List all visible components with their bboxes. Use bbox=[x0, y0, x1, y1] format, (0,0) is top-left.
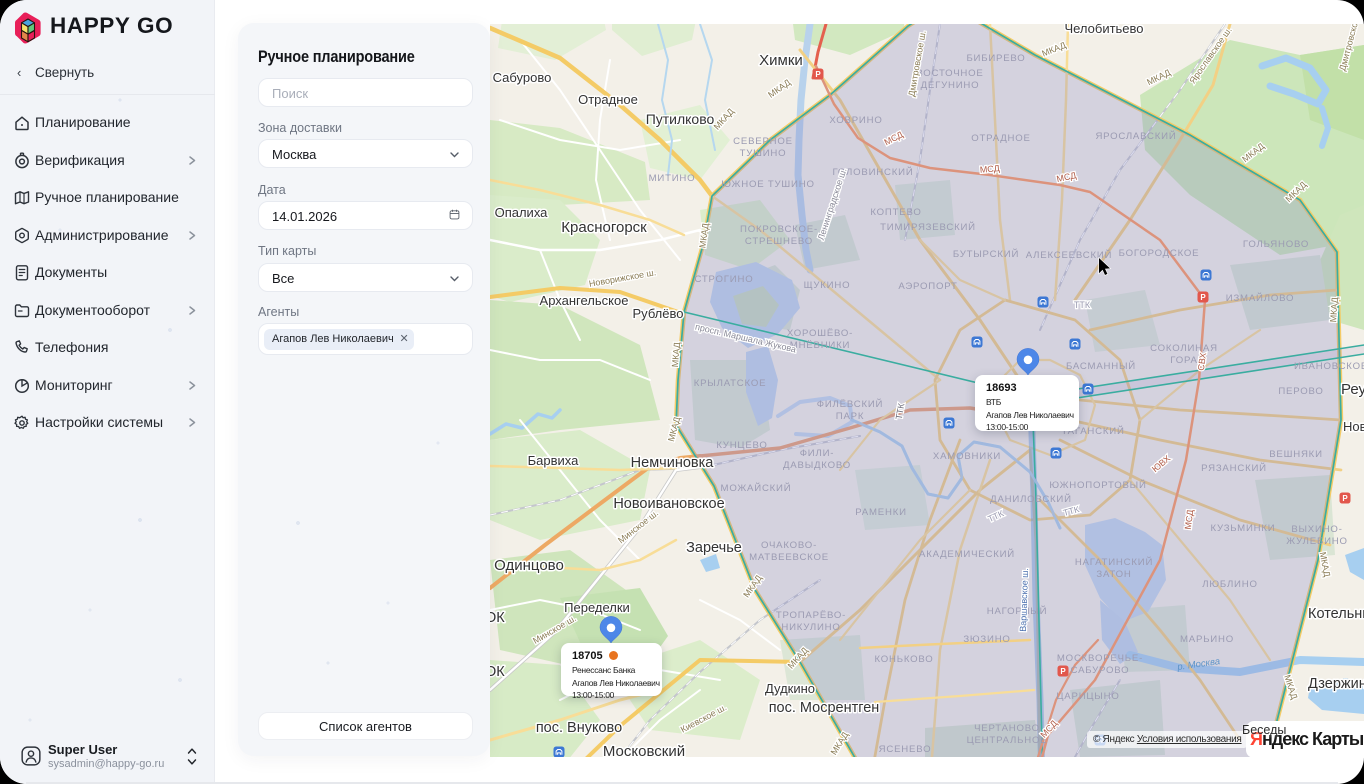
svg-text:ЦЕНТРАЛЬНОЕ: ЦЕНТРАЛЬНОЕ bbox=[967, 735, 1048, 746]
svg-text:ОТРАДНОЕ: ОТРАДНОЕ bbox=[971, 133, 1030, 144]
svg-text:БИБИРЕВО: БИБИРЕВО bbox=[966, 53, 1025, 64]
svg-text:РАМЕНКИ: РАМЕНКИ bbox=[855, 507, 907, 518]
svg-text:ЮЖНОПОРТОВЫЙ: ЮЖНОПОРТОВЫЙ bbox=[1049, 479, 1146, 491]
svg-text:ОЧАКОВО-: ОЧАКОВО- bbox=[761, 540, 817, 551]
svg-text:САБУРОВО: САБУРОВО bbox=[1071, 665, 1130, 676]
svg-text:ХОРОШЁВО-: ХОРОШЁВО- bbox=[787, 328, 853, 339]
svg-text:Сабурово: Сабурово bbox=[493, 70, 552, 85]
svg-text:Одинцово: Одинцово bbox=[494, 557, 564, 574]
svg-text:ТИМИРЯЗЕВСКИЙ: ТИМИРЯЗЕВСКИЙ bbox=[880, 221, 976, 233]
svg-text:ТТК: ТТК bbox=[1074, 300, 1091, 310]
svg-text:ФИЛИ-: ФИЛИ- bbox=[800, 448, 835, 459]
svg-text:Рублёво: Рублёво bbox=[633, 306, 684, 321]
svg-text:Челобитьево: Челобитьево bbox=[1064, 24, 1143, 36]
svg-text:Химки: Химки bbox=[759, 52, 803, 69]
svg-text:НАГАТИНСКИЙ: НАГАТИНСКИЙ bbox=[1075, 556, 1153, 568]
svg-text:ХОВРИНО: ХОВРИНО bbox=[829, 115, 882, 126]
svg-text:ЩУКИНО: ЩУКИНО bbox=[804, 280, 851, 291]
svg-text:Р: Р bbox=[815, 70, 821, 79]
svg-text:ПОКРОВСКОЕ-: ПОКРОВСКОЕ- bbox=[740, 224, 818, 235]
svg-text:ЮЖНОЕ ТУШИНО: ЮЖНОЕ ТУШИНО bbox=[721, 179, 814, 190]
svg-text:ХАМОВНИКИ: ХАМОВНИКИ bbox=[933, 451, 1001, 462]
svg-text:НАГОРНЫЙ: НАГОРНЫЙ bbox=[987, 605, 1048, 617]
svg-text:ВОСТОЧНОЕ: ВОСТОЧНОЕ bbox=[916, 68, 983, 79]
svg-text:МАТВЕЕВСКОЕ: МАТВЕЕВСКОЕ bbox=[749, 552, 829, 563]
svg-text:Р: Р bbox=[1060, 667, 1066, 676]
svg-text:ИЗМАЙЛОВО: ИЗМАЙЛОВО bbox=[1226, 292, 1294, 304]
svg-text:ЛЮБЛИНО: ЛЮБЛИНО bbox=[1202, 579, 1257, 590]
svg-text:ОК: ОК bbox=[490, 664, 505, 680]
svg-text:ДАВЫДКОВО: ДАВЫДКОВО bbox=[783, 460, 851, 471]
svg-text:Дудкино: Дудкино bbox=[765, 681, 815, 696]
svg-text:КУЗЬМИНКИ: КУЗЬМИНКИ bbox=[1211, 523, 1276, 534]
svg-text:СЕВЕРНОЕ: СЕВЕРНОЕ bbox=[733, 136, 793, 147]
svg-text:Московский: Московский bbox=[603, 743, 685, 757]
svg-text:КОНЬКОВО: КОНЬКОВО bbox=[874, 654, 933, 665]
svg-text:МАРЬИНО: МАРЬИНО bbox=[1180, 634, 1234, 645]
svg-text:СТРОГИНО: СТРОГИНО bbox=[694, 274, 753, 285]
svg-text:ГОЛЬЯНОВО: ГОЛЬЯНОВО bbox=[1243, 239, 1309, 250]
svg-text:ДАНИЛОВСКИЙ: ДАНИЛОВСКИЙ bbox=[990, 493, 1072, 505]
svg-text:КРЫЛАТСКОЕ: КРЫЛАТСКОЕ bbox=[694, 378, 767, 389]
svg-text:Р: Р bbox=[1200, 293, 1206, 302]
svg-text:ТУШИНО: ТУШИНО bbox=[740, 148, 787, 159]
svg-text:СОКОЛИНАЯ: СОКОЛИНАЯ bbox=[1150, 343, 1218, 354]
svg-text:МИТИНО: МИТИНО bbox=[649, 173, 696, 184]
svg-text:ЧЕРТАНОВО: ЧЕРТАНОВО bbox=[974, 723, 1040, 734]
svg-text:Новокосино: Новокосино bbox=[1343, 419, 1364, 434]
svg-text:ПАРК: ПАРК bbox=[836, 411, 864, 422]
svg-text:МОЖАЙСКИЙ: МОЖАЙСКИЙ bbox=[721, 482, 792, 494]
svg-text:ОК: ОК bbox=[490, 610, 505, 626]
svg-text:Реутов: Реутов bbox=[1341, 381, 1364, 398]
svg-text:пос. Мосрентген: пос. Мосрентген bbox=[769, 700, 880, 716]
svg-text:МНЁВНИКИ: МНЁВНИКИ bbox=[790, 340, 850, 351]
svg-text:БУТЫРСКИЙ: БУТЫРСКИЙ bbox=[953, 248, 1019, 260]
svg-text:ВЫХИНО-: ВЫХИНО- bbox=[1291, 524, 1342, 535]
svg-text:КУНЦЕВО: КУНЦЕВО bbox=[716, 440, 767, 451]
svg-text:МОСКВОРЕЧЬЕ-: МОСКВОРЕЧЬЕ- bbox=[1057, 653, 1143, 664]
svg-text:Заречье: Заречье bbox=[686, 540, 742, 556]
svg-text:Отрадное: Отрадное bbox=[578, 92, 638, 107]
svg-text:БАСМАННЫЙ: БАСМАННЫЙ bbox=[1066, 360, 1136, 372]
svg-text:ВЕШНЯКИ: ВЕШНЯКИ bbox=[1269, 449, 1323, 460]
svg-text:ТРОПАРЁВО-: ТРОПАРЁВО- bbox=[776, 610, 846, 621]
svg-text:СТРЕШНЕВО: СТРЕШНЕВО bbox=[745, 236, 813, 247]
svg-text:ЗАТОН: ЗАТОН bbox=[1096, 569, 1131, 580]
svg-text:МКАД: МКАД bbox=[1328, 297, 1340, 323]
svg-text:Переделки: Переделки bbox=[564, 600, 630, 615]
svg-text:Путилково: Путилково bbox=[646, 111, 715, 127]
svg-text:ЦАРИЦЫНО: ЦАРИЦЫНО bbox=[1056, 691, 1119, 702]
svg-text:Архангельское: Архангельское bbox=[540, 293, 629, 308]
svg-text:АЭРОПОРТ: АЭРОПОРТ bbox=[898, 281, 957, 292]
svg-text:Котельники: Котельники bbox=[1308, 606, 1364, 622]
svg-text:АКАДЕМИЧЕСКИЙ: АКАДЕМИЧЕСКИЙ bbox=[919, 548, 1015, 560]
svg-text:БОГОРОДСКОЕ: БОГОРОДСКОЕ bbox=[1119, 248, 1200, 259]
svg-text:Немчиновка: Немчиновка bbox=[631, 455, 715, 471]
svg-text:Барвиха: Барвиха bbox=[528, 453, 580, 468]
svg-text:Красногорск: Красногорск bbox=[561, 219, 647, 236]
svg-text:Новоивановское: Новоивановское bbox=[613, 496, 724, 512]
svg-text:ИВАНОВСКОЕ: ИВАНОВСКОЕ bbox=[1294, 361, 1364, 372]
svg-text:ФИЛЁВСКИЙ: ФИЛЁВСКИЙ bbox=[817, 398, 883, 410]
svg-text:ЯСЕНЕВО: ЯСЕНЕВО bbox=[879, 744, 932, 755]
svg-text:ЖУЛЕБИНО: ЖУЛЕБИНО bbox=[1286, 536, 1348, 547]
svg-text:ПЕРОВО: ПЕРОВО bbox=[1278, 386, 1323, 397]
svg-text:ДЕГУНИНО: ДЕГУНИНО bbox=[921, 80, 980, 91]
svg-text:ГОРА: ГОРА bbox=[1170, 355, 1197, 366]
svg-text:Дзержинский: Дзержинский bbox=[1308, 676, 1364, 692]
svg-text:Опалиха: Опалиха bbox=[495, 205, 549, 220]
svg-text:КОПТЕВО: КОПТЕВО bbox=[870, 207, 921, 218]
svg-text:РЯЗАНСКИЙ: РЯЗАНСКИЙ bbox=[1201, 462, 1267, 474]
svg-text:ЗЮЗИНО: ЗЮЗИНО bbox=[963, 634, 1010, 645]
svg-text:НИКУЛИНО: НИКУЛИНО bbox=[781, 622, 840, 633]
svg-text:ЯРОСЛАВСКИЙ: ЯРОСЛАВСКИЙ bbox=[1095, 130, 1176, 142]
svg-text:Р: Р bbox=[1342, 494, 1348, 503]
svg-text:пос. Внуково: пос. Внуково bbox=[536, 720, 622, 736]
svg-text:МСД: МСД bbox=[979, 163, 1000, 175]
